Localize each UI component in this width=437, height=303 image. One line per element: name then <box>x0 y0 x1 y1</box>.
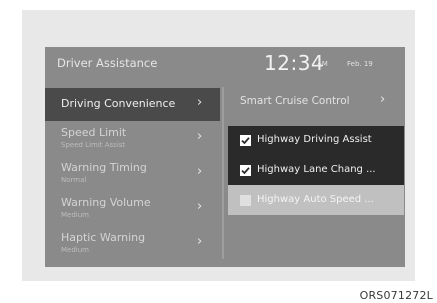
menu-item-warning-timing[interactable]: Warning Timing Normal › <box>45 158 220 192</box>
menu-item-speed-limit[interactable]: Speed Limit Speed Limit Assist › <box>45 123 220 157</box>
menu-item-label: Warning Timing <box>61 161 147 174</box>
menu-item-haptic-warning[interactable]: Haptic Warning Medium › <box>45 228 220 262</box>
date-label: Feb. 19 <box>347 60 373 68</box>
menu-item-label: Driving Convenience <box>61 97 176 110</box>
checkbox[interactable] <box>240 135 251 146</box>
infotainment-screen: Driver Assistance 12:34 AM Feb. 19 Drivi… <box>45 47 405 267</box>
menu-item-label: Warning Volume <box>61 196 151 209</box>
clock-ampm: AM <box>317 60 328 68</box>
option-highway-lane-change[interactable]: Highway Lane Chang ... <box>228 156 404 185</box>
chevron-right-icon: › <box>197 199 203 214</box>
checkbox[interactable] <box>240 195 251 206</box>
chevron-right-icon: › <box>197 164 203 179</box>
checkbox[interactable] <box>240 165 251 176</box>
menu-item-sublabel: Normal <box>61 176 87 184</box>
page-title: Driver Assistance <box>57 56 158 70</box>
smart-cruise-control-label: Smart Cruise Control <box>240 95 350 107</box>
checkmark-icon <box>241 167 250 175</box>
options-popup: Highway Driving Assist Highway Lane Chan… <box>228 126 404 185</box>
option-row: Highway Auto Speed ... <box>228 185 404 215</box>
chevron-right-icon: › <box>380 92 386 107</box>
menu-item-sublabel: Medium <box>61 246 89 254</box>
chevron-right-icon: › <box>197 129 203 144</box>
menu-item-sublabel: Medium <box>61 211 89 219</box>
scrollbar[interactable] <box>222 87 224 259</box>
menu-item-driving-convenience[interactable]: Driving Convenience › <box>45 88 220 121</box>
figure-code: ORS071272L <box>359 289 433 302</box>
chevron-right-icon: › <box>197 234 203 249</box>
menu-item-label: Haptic Warning <box>61 231 146 244</box>
menu-item-warning-volume[interactable]: Warning Volume Medium › <box>45 193 220 227</box>
option-label: Highway Auto Speed ... <box>257 194 374 205</box>
option-label: Highway Driving Assist <box>257 134 372 145</box>
menu-item-sublabel: Speed Limit Assist <box>61 141 126 149</box>
smart-cruise-control-item[interactable]: Smart Cruise Control › <box>230 87 405 117</box>
checkmark-icon <box>241 137 250 145</box>
menu-item-label: Speed Limit <box>61 126 127 139</box>
option-label: Highway Lane Chang ... <box>257 164 376 175</box>
clock-time: 12:34 <box>264 51 325 75</box>
chevron-right-icon: › <box>197 95 203 110</box>
option-highway-driving-assist[interactable]: Highway Driving Assist <box>228 126 404 155</box>
top-bar: Driver Assistance 12:34 AM Feb. 19 <box>45 47 405 83</box>
option-highway-auto-speed[interactable]: Highway Auto Speed ... <box>228 185 404 215</box>
